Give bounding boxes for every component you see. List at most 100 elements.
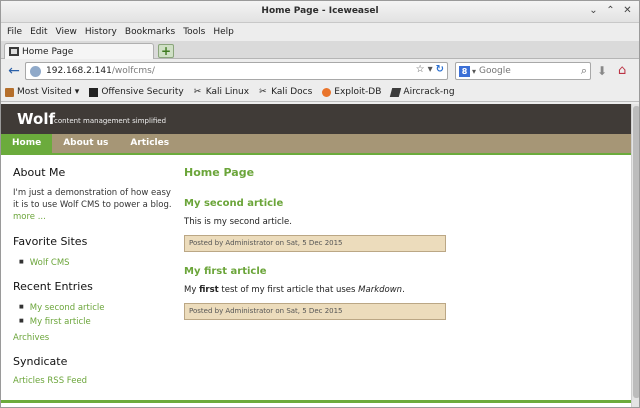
maximize-icon[interactable]: ⌃ [605,5,616,16]
body-text: My [184,285,200,295]
bookmark-label: Aircrack-ng [403,87,455,97]
recent-link-first-article[interactable]: My first article [30,317,91,327]
favorites-heading: Favorite Sites [13,235,88,248]
bookmark-aircrack-ng[interactable]: Aircrack-ng [390,87,455,97]
body-text: . [402,285,405,295]
recent-link-second-article[interactable]: My second article [30,303,105,313]
rss-feed-link[interactable]: Articles RSS Feed [13,376,87,386]
bookmark-kali-linux[interactable]: ✂ Kali Linux [194,87,249,97]
bookmark-most-visited[interactable]: Most Visited ▾ [5,87,79,97]
bookmark-label: Kali Docs [271,87,313,97]
article-second: My second article This is my second arti… [184,198,446,252]
site-tagline: content management simplified [54,117,167,125]
google-engine-icon[interactable]: 8 [459,65,470,77]
menu-bar: File Edit View History Bookmarks Tools H… [1,23,639,41]
kali-dragon-icon: ✂ [259,86,267,97]
aircrack-icon [390,87,402,97]
about-text: I'm just a demonstration of how easy it … [13,187,173,223]
menu-file[interactable]: File [7,27,22,37]
navigation-toolbar: ← 192.168.2.141/wolfcms/ ☆ ▾ ↻ 8 ▾ ⌕ ⬇ ⌂ [1,59,639,83]
about-body: I'm just a demonstration of how easy it … [13,188,172,210]
bookmark-star-icon[interactable]: ☆ [416,64,425,75]
archives-link[interactable]: Archives [13,333,49,343]
tab-bar: Home Page + [1,41,639,59]
list-item: My second article [19,301,173,315]
search-bar[interactable]: 8 ▾ ⌕ [455,62,591,80]
bookmark-label: Kali Linux [205,87,250,97]
main-content: Home Page My second article This is my s… [184,166,446,334]
page-title: Home Page [184,166,255,179]
article-body: This is my second article. [184,217,292,227]
archives-wrap: Archives [13,333,173,343]
article-meta: Posted by Administrator on Sat, 5 Dec 20… [184,235,446,252]
history-dropdown-icon[interactable]: ▾ [428,64,433,75]
site-logo[interactable]: Wolf [17,110,55,128]
syndicate-heading: Syndicate [13,355,68,368]
bookmark-offensive-security[interactable]: Offensive Security [89,87,184,97]
site-navigation: Home About us Articles [1,134,631,155]
article-first: My first article My first test of my fir… [184,266,446,320]
menu-edit[interactable]: Edit [30,27,47,37]
favorites-list: Wolf CMS [13,256,173,270]
sidebar: About Me I'm just a demonstration of how… [13,166,173,386]
menu-help[interactable]: Help [213,27,234,37]
nav-home[interactable]: Home [1,134,53,153]
article-title-link[interactable]: My first article [184,266,446,277]
url-path: /wolfcms/ [111,66,155,76]
favorite-link-wolf-cms[interactable]: Wolf CMS [30,258,70,268]
url-host: 192.168.2.141 [46,66,112,76]
window-controls: ⌄ ⌃ ✕ [588,5,633,16]
about-heading: About Me [13,166,66,179]
most-visited-icon [5,87,14,97]
url-bar-icons: ☆ ▾ ↻ [416,64,444,75]
list-item: My first article [19,315,173,329]
scrollbar-thumb[interactable] [633,106,639,398]
body-text: test of my first article that uses [218,285,359,295]
bookmark-label: Most Visited [17,87,72,97]
site-header: Wolf content management simplified [1,104,631,134]
search-magnifier-icon[interactable]: ⌕ [581,64,587,78]
download-arrow-icon[interactable]: ⬇ [597,64,607,78]
menu-history[interactable]: History [85,27,117,37]
article-body: My first test of my first article that u… [184,285,446,296]
title-bar: Home Page - Iceweasel ⌄ ⌃ ✕ [1,1,639,23]
body-emphasis: Markdown [358,285,403,295]
bookmark-exploit-db[interactable]: Exploit-DB [322,87,381,97]
search-engine-dropdown-icon[interactable]: ▾ [472,67,476,76]
minimize-icon[interactable]: ⌄ [588,5,599,16]
reload-icon[interactable]: ↻ [436,64,444,75]
search-input[interactable] [479,66,570,76]
footer-divider [1,400,631,403]
tab-label: Home Page [22,46,74,57]
nav-articles[interactable]: Articles [119,134,180,153]
new-tab-button[interactable]: + [158,44,174,58]
url-text[interactable]: 192.168.2.141/wolfcms/ [46,66,155,76]
article-title-link[interactable]: My second article [184,198,446,209]
bookmark-label: Offensive Security [101,87,184,97]
site-identity-icon[interactable] [30,65,41,77]
home-icon[interactable]: ⌂ [618,63,626,78]
menu-view[interactable]: View [56,27,77,37]
bookmarks-toolbar: Most Visited ▾ Offensive Security ✂ Kali … [1,83,639,102]
url-bar[interactable]: 192.168.2.141/wolfcms/ ☆ ▾ ↻ [25,62,448,80]
nav-about-us[interactable]: About us [52,134,119,153]
chevron-down-icon: ▾ [74,87,80,97]
list-item: Wolf CMS [19,256,173,270]
page-favicon-icon [9,47,19,56]
bookmark-kali-docs[interactable]: ✂ Kali Docs [259,87,312,97]
menu-tools[interactable]: Tools [183,27,205,37]
menu-bookmarks[interactable]: Bookmarks [125,27,175,37]
offensive-security-icon [89,87,99,97]
tab-home-page[interactable]: Home Page [4,43,154,59]
exploit-db-icon [322,87,332,97]
about-more-link[interactable]: more ... [13,212,46,222]
close-icon[interactable]: ✕ [622,5,633,16]
recent-heading: Recent Entries [13,280,93,293]
rss-wrap: Articles RSS Feed [13,376,173,386]
vertical-scrollbar[interactable] [631,104,639,407]
back-arrow-icon[interactable]: ← [6,63,22,79]
bookmark-label: Exploit-DB [334,87,382,97]
page-viewport: Wolf content management simplified Home … [1,104,639,407]
browser-window: Home Page - Iceweasel ⌄ ⌃ ✕ File Edit Vi… [0,0,640,408]
window-title: Home Page - Iceweasel [261,6,379,16]
